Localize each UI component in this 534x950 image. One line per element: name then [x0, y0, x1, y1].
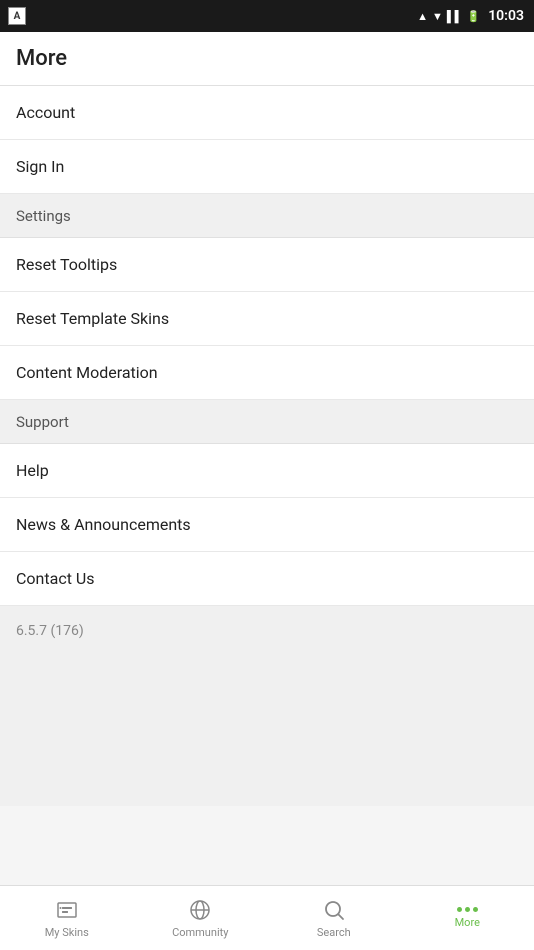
status-bar-left: A — [8, 7, 26, 25]
section-header-support-label: Support — [16, 413, 69, 431]
wifi-icon: ▲ — [417, 10, 428, 23]
signal-icon: ▼ — [432, 10, 443, 23]
community-icon — [188, 898, 212, 922]
menu-item-contact-us-label: Contact Us — [16, 569, 95, 588]
menu-item-sign-in-label: Sign In — [16, 157, 64, 176]
version-area: 6.5.7 (176) — [0, 606, 534, 806]
menu-item-sign-in[interactable]: Sign In — [0, 140, 534, 194]
nav-item-community-label: Community — [172, 926, 228, 939]
search-icon — [322, 898, 346, 922]
battery-icon: 🔋 — [466, 10, 480, 23]
my-skins-icon — [55, 898, 79, 922]
status-bar-right: ▲ ▼ ▌▌ 🔋 10:03 — [417, 8, 524, 24]
nav-item-my-skins-label: My Skins — [45, 926, 89, 939]
status-time: 10:03 — [488, 8, 524, 24]
nav-item-my-skins[interactable]: My Skins — [0, 890, 134, 947]
signal-bars: ▌▌ — [447, 10, 463, 23]
nav-item-more[interactable]: More — [401, 899, 534, 937]
page-header: More — [0, 32, 534, 86]
content-area: More Account Sign In Settings Reset Tool… — [0, 32, 534, 894]
menu-item-account[interactable]: Account — [0, 86, 534, 140]
app-icon: A — [8, 7, 26, 25]
menu-item-news-announcements-label: News & Announcements — [16, 515, 191, 534]
menu-item-reset-template-skins-label: Reset Template Skins — [16, 309, 169, 328]
menu-item-reset-tooltips-label: Reset Tooltips — [16, 255, 117, 274]
menu-item-reset-template-skins[interactable]: Reset Template Skins — [0, 292, 534, 346]
section-header-settings: Settings — [0, 194, 534, 238]
version-text: 6.5.7 (176) — [16, 623, 84, 639]
nav-item-search[interactable]: Search — [267, 890, 401, 947]
section-header-settings-label: Settings — [16, 207, 71, 225]
menu-item-contact-us[interactable]: Contact Us — [0, 552, 534, 606]
nav-item-search-label: Search — [317, 926, 351, 939]
status-bar: A ▲ ▼ ▌▌ 🔋 10:03 — [0, 0, 534, 32]
nav-item-community[interactable]: Community — [134, 890, 268, 947]
section-header-support: Support — [0, 400, 534, 444]
bottom-nav: My Skins Community Search More — [0, 885, 534, 950]
page-title: More — [16, 46, 67, 71]
menu-item-help-label: Help — [16, 461, 49, 480]
menu-list: Account Sign In Settings Reset Tooltips … — [0, 86, 534, 894]
menu-item-news-announcements[interactable]: News & Announcements — [0, 498, 534, 552]
menu-item-content-moderation-label: Content Moderation — [16, 363, 158, 382]
menu-item-help[interactable]: Help — [0, 444, 534, 498]
nav-item-more-label: More — [455, 916, 480, 929]
menu-item-content-moderation[interactable]: Content Moderation — [0, 346, 534, 400]
more-icon — [457, 907, 478, 912]
menu-item-reset-tooltips[interactable]: Reset Tooltips — [0, 238, 534, 292]
menu-item-account-label: Account — [16, 103, 75, 122]
